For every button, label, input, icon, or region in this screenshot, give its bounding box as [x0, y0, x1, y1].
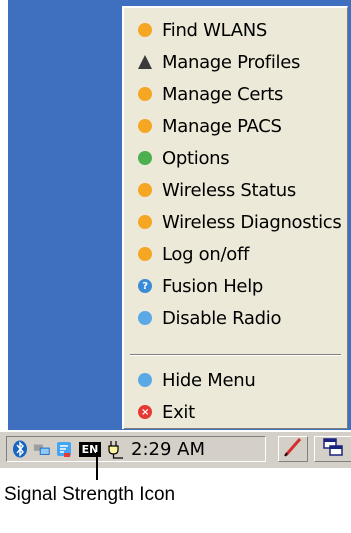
manage-pacs-icon [138, 119, 152, 133]
menu-separator [130, 354, 341, 356]
log-on-off-icon [138, 247, 152, 261]
taskbar: EN 2:29 AM [0, 430, 351, 468]
menu-item-label: Hide Menu [162, 369, 256, 391]
menu-item-label: Fusion Help [162, 275, 264, 297]
menu-item-manage-pacs[interactable]: Manage PACS [124, 110, 348, 142]
menu-item-label: Manage PACS [162, 115, 282, 137]
menu-item-label: Wireless Status [162, 179, 296, 201]
menu-item-label: Wireless Diagnostics [162, 211, 342, 233]
menu-item-wireless-status[interactable]: Wireless Status [124, 174, 348, 206]
menu-item-find-wlans[interactable]: Find WLANS [124, 14, 348, 46]
system-tray: EN 2:29 AM [6, 436, 266, 462]
clock[interactable]: 2:29 AM [131, 439, 205, 460]
exit-icon: × [138, 405, 152, 419]
bluetooth-icon[interactable] [11, 440, 29, 458]
input-panel-button[interactable] [278, 436, 308, 462]
wireless-diagnostics-icon [138, 215, 152, 229]
menu-item-options[interactable]: Options [124, 142, 348, 174]
menu-item-label: Options [162, 147, 230, 169]
menu-item-manage-certs[interactable]: Manage Certs [124, 78, 348, 110]
pen-icon [282, 436, 304, 462]
menu-item-label: Log on/off [162, 243, 250, 265]
input-language-indicator[interactable]: EN [77, 440, 103, 458]
menu-border [124, 428, 347, 429]
menu-item-label: Exit [162, 401, 195, 423]
callout-label: Signal Strength Icon [4, 484, 176, 505]
menu-item-manage-profiles[interactable]: Manage Profiles [124, 46, 348, 78]
find-wlans-icon [138, 23, 152, 37]
menu-item-label: Disable Radio [162, 307, 282, 329]
manage-profiles-icon [138, 55, 152, 69]
menu-item-disable-radio[interactable]: Disable Radio [124, 302, 348, 334]
fusion-help-icon: ? [138, 279, 152, 293]
callout-line [96, 452, 98, 480]
menu-item-wireless-diagnostics[interactable]: Wireless Diagnostics [124, 206, 348, 238]
hide-menu-icon [138, 373, 152, 387]
power-plug-icon[interactable] [107, 440, 125, 459]
menu-item-label: Manage Profiles [162, 51, 301, 73]
menu-item-label: Find WLANS [162, 19, 268, 41]
fusion-popup-menu: Find WLANS Manage Profiles Manage Certs … [122, 6, 348, 429]
cascade-windows-icon [322, 437, 344, 461]
signal-strength-icon[interactable] [55, 440, 73, 458]
network-connection-icon[interactable] [33, 440, 51, 458]
menu-item-label: Manage Certs [162, 83, 284, 105]
menu-item-fusion-help[interactable]: ? Fusion Help [124, 270, 348, 302]
manage-certs-icon [138, 87, 152, 101]
wireless-status-icon [138, 183, 152, 197]
window-switcher-button[interactable] [314, 436, 351, 462]
disable-radio-icon [138, 311, 152, 325]
menu-item-hide-menu[interactable]: Hide Menu [124, 364, 348, 396]
options-icon [138, 151, 152, 165]
menu-item-exit[interactable]: × Exit [124, 396, 348, 428]
menu-item-log-on-off[interactable]: Log on/off [124, 238, 348, 270]
